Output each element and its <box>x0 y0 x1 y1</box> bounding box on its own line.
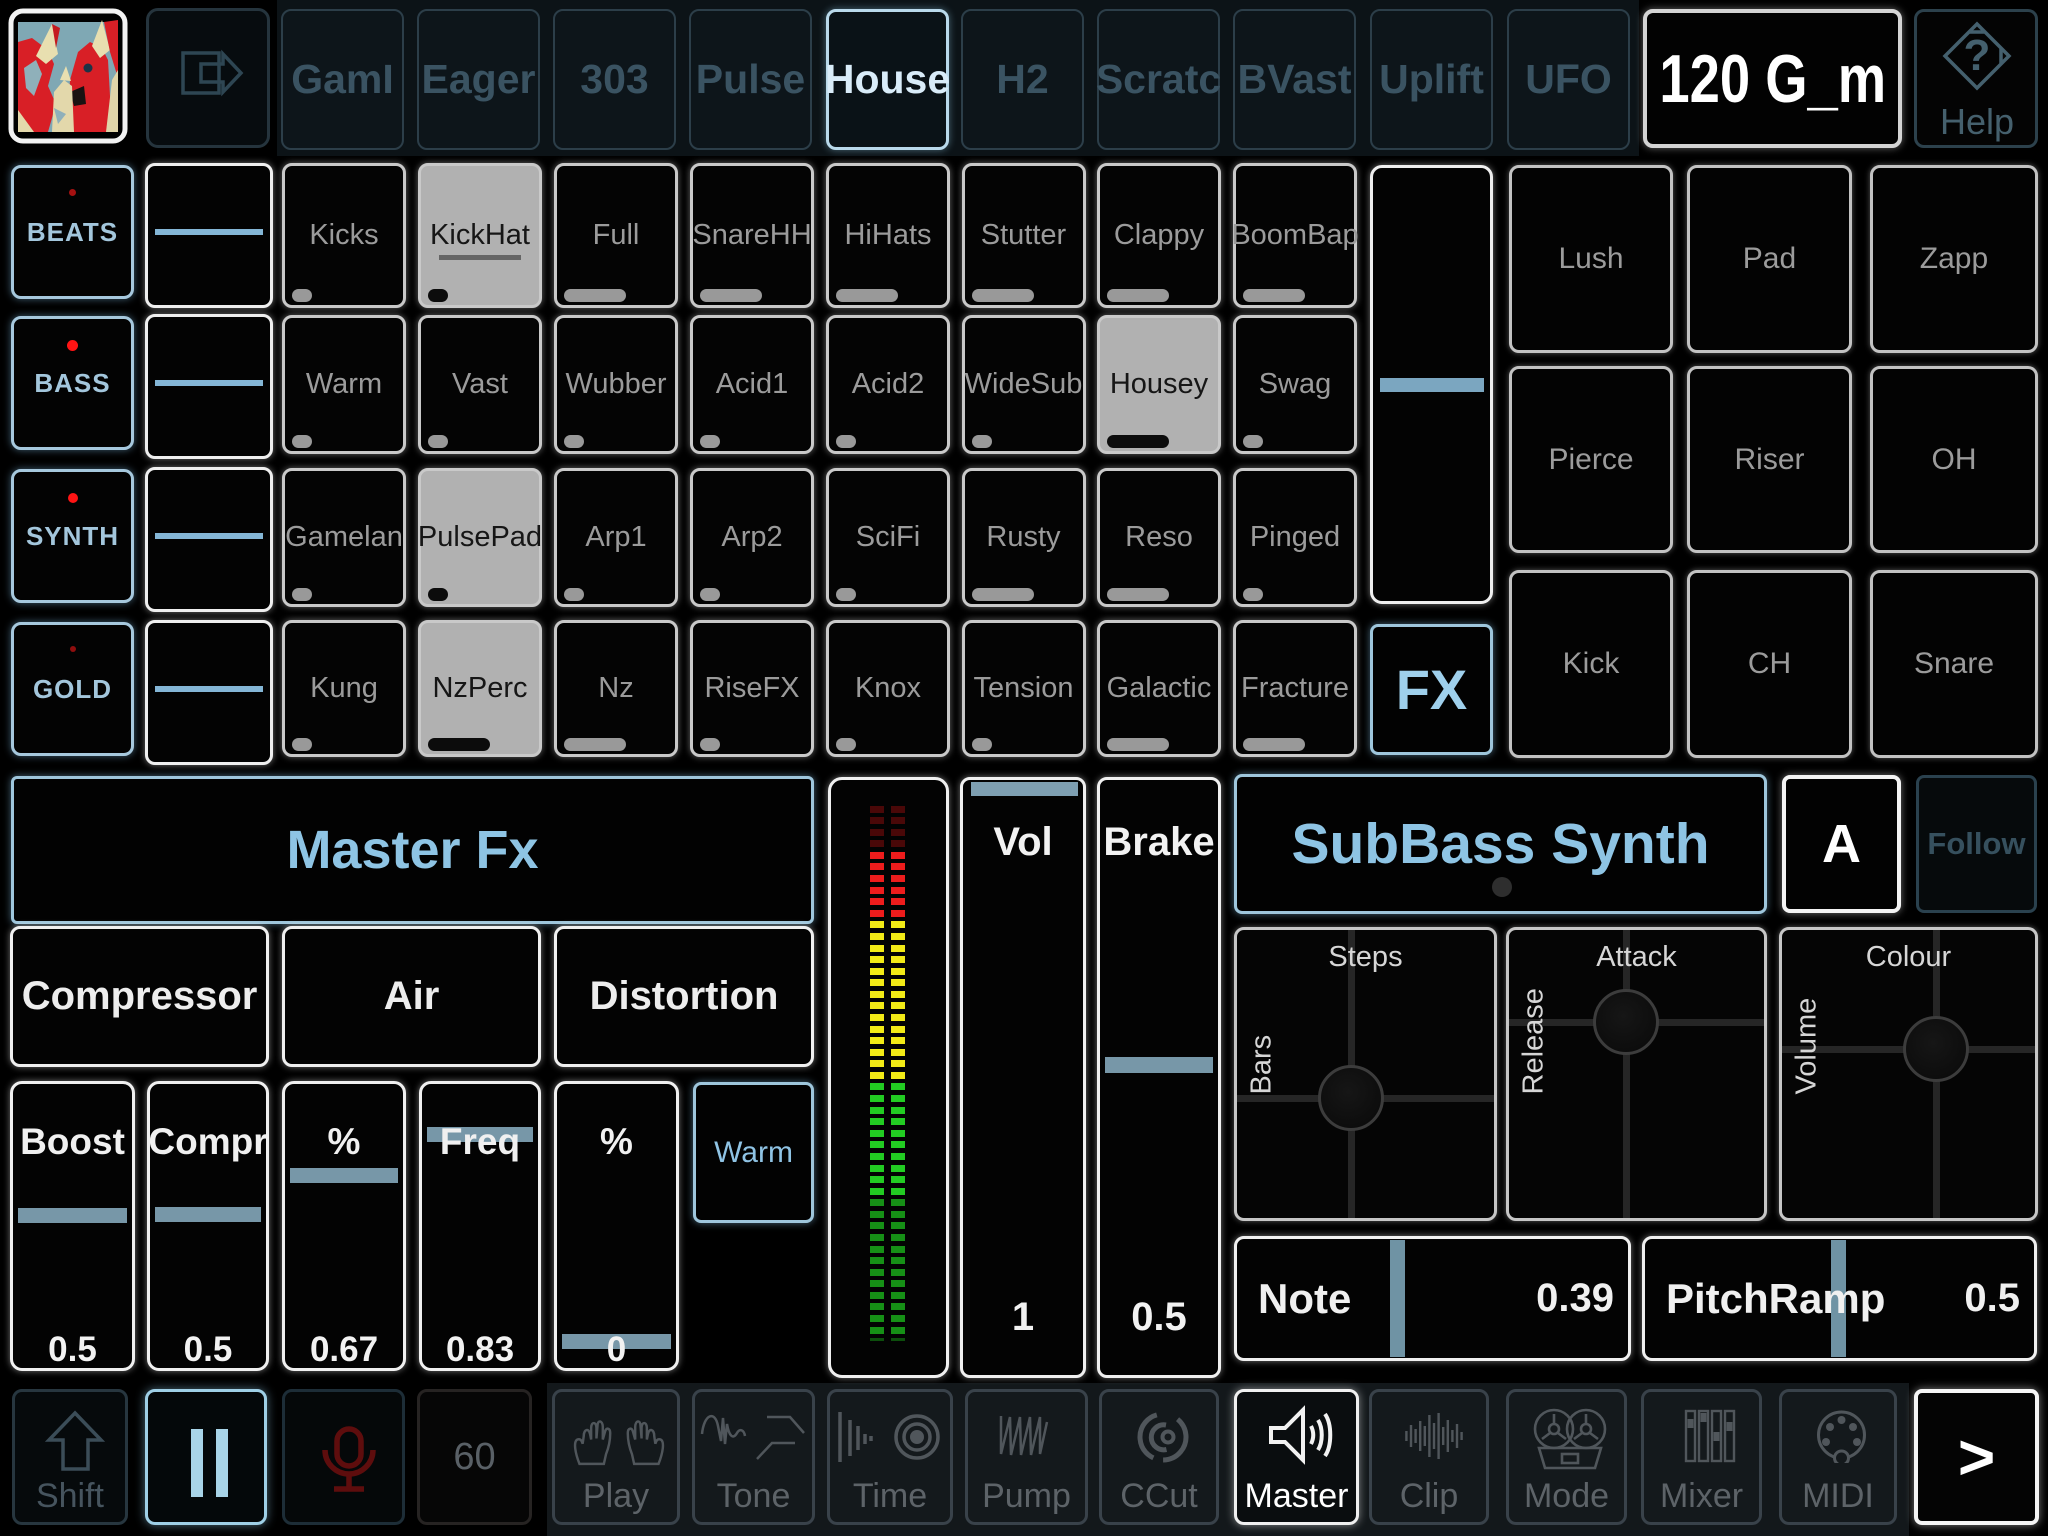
svg-text:Help: Help <box>1940 101 2014 142</box>
svg-text:?: ? <box>1964 31 1991 80</box>
